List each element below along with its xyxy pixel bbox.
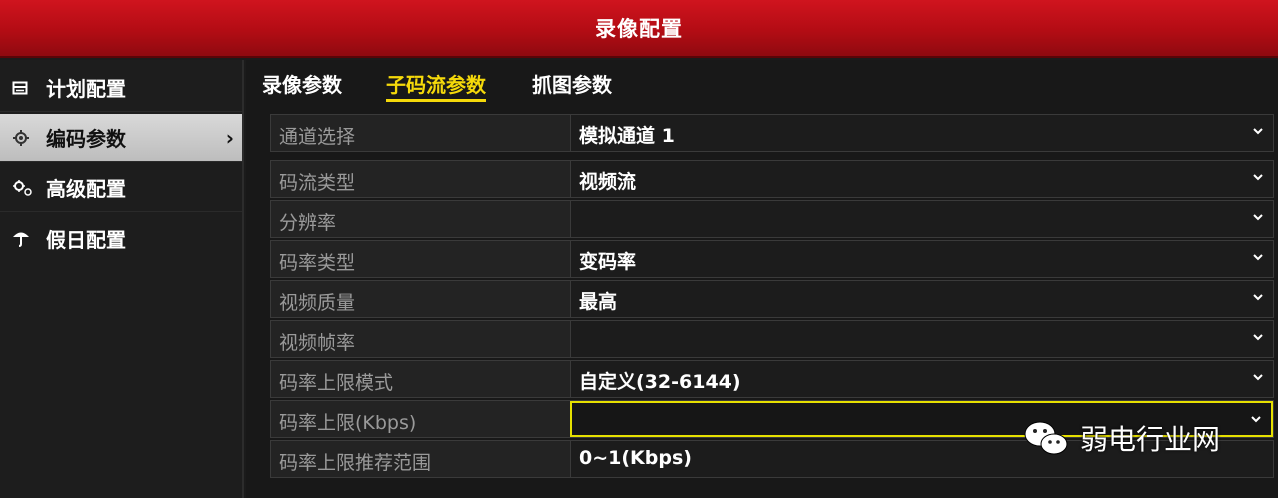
frame-rate-select[interactable]	[570, 321, 1273, 357]
watermark: 弱电行业网	[1022, 416, 1220, 460]
chevron-down-icon	[1253, 174, 1263, 181]
sidebar-item-label: 假日配置	[46, 227, 126, 252]
field-label: 码率类型	[279, 252, 356, 274]
form-row-bitrate-limit-mode: 码率上限模式 自定义(32-6144)	[270, 360, 1274, 398]
form-row-channel: 通道选择 模拟通道 1	[270, 114, 1274, 152]
gear-icon	[12, 128, 38, 148]
title-bar: 录像配置	[0, 0, 1278, 58]
chevron-right-icon: ›	[225, 126, 234, 150]
tab-capture-params[interactable]: 抓图参数	[532, 69, 612, 98]
field-value: 变码率	[579, 251, 637, 273]
sidebar-item-holiday[interactable]: 假日配置	[0, 214, 242, 262]
sidebar-item-label: 编码参数	[46, 127, 126, 151]
bitrate-limit-mode-select[interactable]: 自定义(32-6144)	[570, 361, 1273, 397]
field-label: 视频帧率	[279, 332, 356, 354]
field-label: 码流类型	[279, 172, 356, 194]
form-row-resolution: 分辨率	[270, 200, 1274, 238]
watermark-text: 弱电行业网	[1080, 423, 1221, 456]
chevron-down-icon	[1253, 254, 1263, 261]
form-row-bitrate-type: 码率类型 变码率	[270, 240, 1274, 278]
wechat-icon	[1024, 421, 1068, 455]
field-value: 视频流	[579, 171, 637, 193]
chevron-down-icon	[1251, 416, 1261, 423]
umbrella-icon	[12, 228, 38, 248]
channel-select[interactable]: 模拟通道 1	[570, 115, 1273, 151]
field-label: 码率上限(Kbps)	[279, 412, 417, 434]
tab-bar: 录像参数 子码流参数 抓图参数	[246, 60, 1278, 104]
field-label: 视频质量	[279, 292, 356, 314]
window-title: 录像配置	[595, 17, 683, 41]
field-label: 分辨率	[279, 212, 337, 234]
form-row-stream-type: 码流类型 视频流	[270, 160, 1274, 198]
sidebar: 计划配置 编码参数 › 高级配置 假日配置	[0, 60, 244, 498]
chevron-down-icon	[1253, 128, 1263, 135]
calendar-icon	[12, 78, 38, 98]
sidebar-item-label: 高级配置	[46, 177, 126, 201]
field-label: 码率上限模式	[279, 372, 394, 394]
field-label: 码率上限推荐范围	[279, 452, 432, 474]
tab-record-params[interactable]: 录像参数	[262, 69, 342, 98]
chevron-down-icon	[1253, 214, 1263, 221]
sidebar-item-label: 计划配置	[46, 77, 126, 101]
chevron-down-icon	[1253, 334, 1263, 341]
tab-substream-params[interactable]: 子码流参数	[386, 69, 486, 102]
form-row-frame-rate: 视频帧率	[270, 320, 1274, 358]
stream-type-select[interactable]: 视频流	[570, 161, 1273, 197]
sidebar-item-schedule[interactable]: 计划配置	[0, 64, 242, 112]
bitrate-type-select[interactable]: 变码率	[570, 241, 1273, 277]
resolution-select[interactable]	[570, 201, 1273, 237]
sidebar-item-advanced[interactable]: 高级配置	[0, 164, 242, 212]
field-value: 自定义(32-6144)	[579, 371, 741, 393]
video-quality-select[interactable]: 最高	[570, 281, 1273, 317]
advanced-gears-icon	[12, 178, 38, 198]
sidebar-item-encoding[interactable]: 编码参数 ›	[0, 114, 242, 162]
field-value: 最高	[579, 291, 618, 313]
field-label: 通道选择	[279, 126, 356, 148]
chevron-down-icon	[1253, 374, 1263, 381]
field-value: 0~1(Kbps)	[579, 447, 692, 469]
field-value: 模拟通道 1	[579, 125, 675, 147]
chevron-down-icon	[1253, 294, 1263, 301]
form-row-video-quality: 视频质量 最高	[270, 280, 1274, 318]
